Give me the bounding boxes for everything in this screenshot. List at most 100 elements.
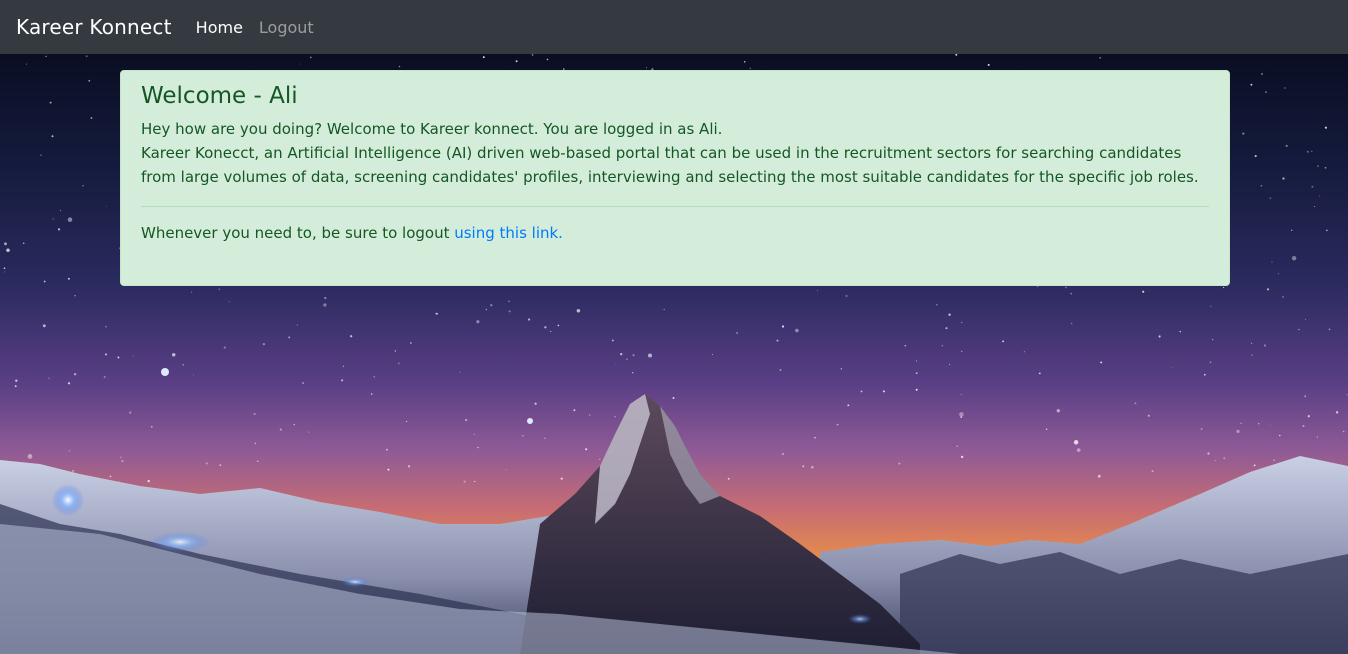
star [51,135,54,138]
star [1200,427,1203,431]
star [4,242,7,246]
star [749,67,751,69]
star [60,210,62,212]
star [1324,126,1327,129]
star [341,379,344,382]
star [1210,305,1212,307]
star [1265,91,1267,93]
star [279,428,282,431]
star [1335,411,1339,414]
star [182,364,184,366]
welcome-alert: Welcome - Ali Hey how are you doing? Wel… [120,70,1230,286]
star [1291,229,1293,231]
star [228,301,230,303]
star [589,414,591,416]
star [1207,452,1210,455]
star [223,346,226,349]
star [1250,83,1253,86]
star [256,460,259,463]
star [1304,395,1307,398]
nav-logout-link[interactable]: Logout [259,18,314,37]
star [782,453,784,455]
star [1314,206,1316,208]
nav-home-link[interactable]: Home [196,18,243,37]
star [560,477,563,480]
star [1240,422,1242,424]
star [599,458,601,460]
star [814,436,816,439]
star [1311,185,1314,188]
star [262,342,266,346]
star [1070,292,1073,295]
star [105,326,107,328]
star [73,373,77,376]
star [410,342,412,344]
star [386,448,388,451]
star [515,60,518,63]
star [576,309,581,313]
star [15,379,18,382]
star [218,288,220,290]
star [1097,474,1101,478]
star [915,372,918,375]
top-navbar: Kareer Konnect Home Logout [0,0,1348,54]
star [48,377,50,379]
star [67,277,70,280]
star [1291,255,1297,261]
star [1142,290,1145,293]
star [490,304,493,307]
star [961,350,963,353]
star [1317,165,1319,167]
star [1236,429,1240,434]
logout-inline-link[interactable]: using this link. [454,224,563,242]
star [614,416,616,418]
star [310,56,312,59]
star [776,339,779,342]
star [960,394,962,396]
star [171,353,176,357]
star [1223,457,1226,460]
star [308,431,310,433]
star [293,423,295,426]
star [398,65,401,68]
star [120,456,122,459]
star [549,330,552,333]
star [1251,342,1253,344]
star [1073,440,1079,445]
star [949,363,951,365]
star [860,390,863,393]
star [915,360,917,362]
star [1260,184,1263,187]
star [1298,328,1300,331]
star [52,218,54,220]
star [1269,197,1272,199]
star [370,393,373,395]
star [191,291,193,293]
star [219,464,222,466]
star [840,368,843,370]
star [781,325,785,328]
brand-link[interactable]: Kareer Konnect [16,15,172,39]
star [1326,229,1328,232]
star [960,416,962,418]
star [1038,372,1041,375]
star [882,390,885,393]
star [1285,144,1288,147]
star [632,372,634,374]
star [106,206,108,208]
star [620,353,623,356]
star [1282,296,1284,298]
star [1284,87,1286,89]
star [406,420,408,423]
star [1212,339,1214,341]
star [585,448,588,451]
star [67,217,73,222]
star [1171,367,1173,368]
star [544,326,547,329]
star [26,63,27,65]
star [1258,423,1260,425]
star [147,479,150,483]
star [1273,459,1275,462]
star [474,480,476,483]
star [1278,273,1280,275]
